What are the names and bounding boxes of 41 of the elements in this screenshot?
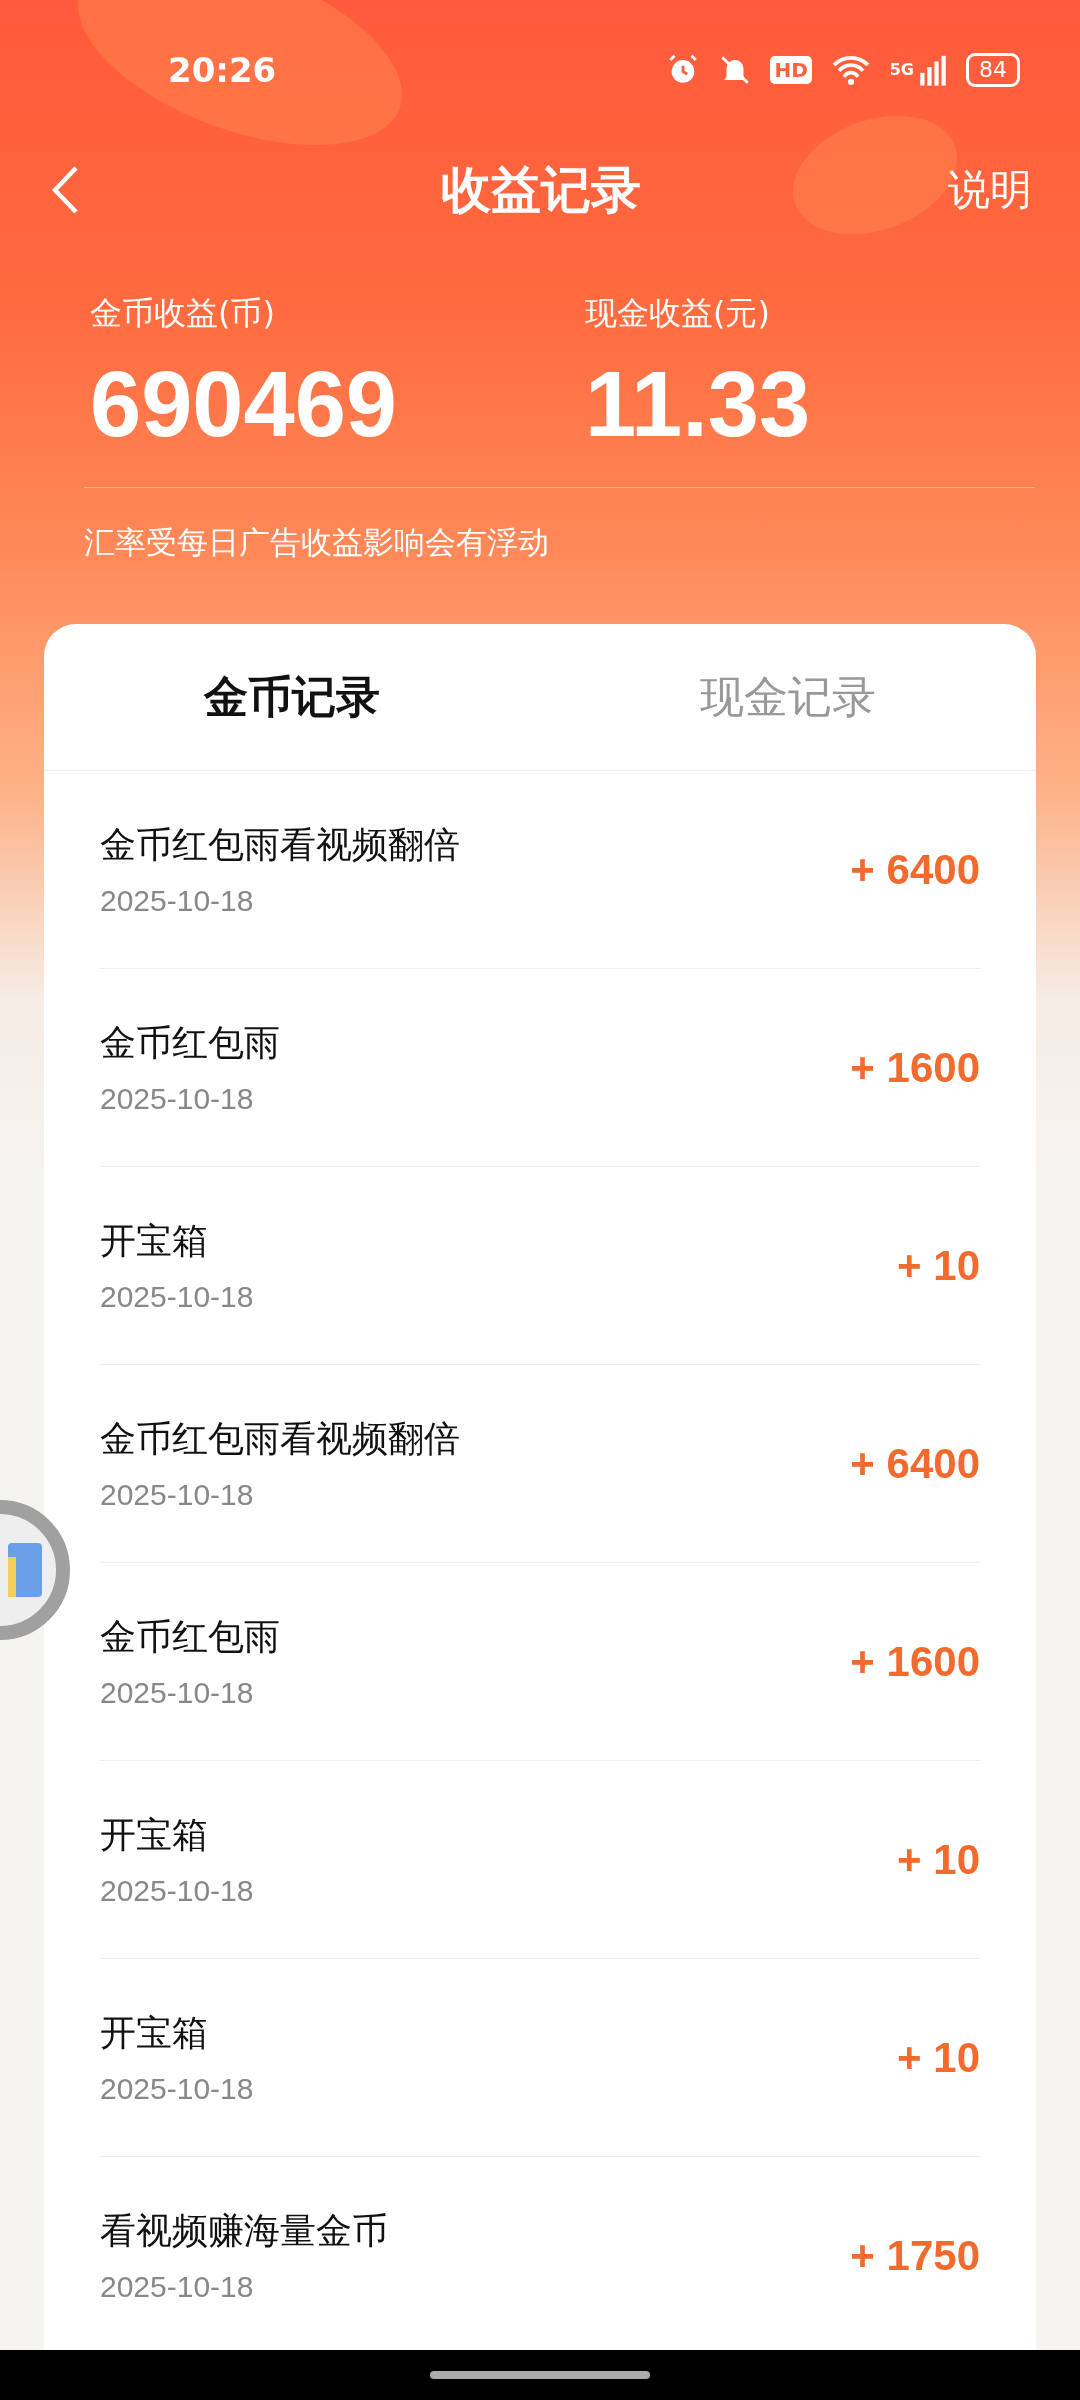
record-title: 金币红包雨看视频翻倍 — [100, 823, 460, 867]
record-date: 2025-10-18 — [100, 1676, 255, 1710]
page-title: 收益记录 — [441, 159, 641, 221]
record-title: 金币红包雨看视频翻倍 — [100, 1417, 460, 1461]
record-date: 2025-10-18 — [100, 2270, 255, 2304]
status-time: 20:26 — [168, 50, 277, 90]
record-amount: + 10 — [897, 1241, 980, 1290]
record-amount: + 1750 — [850, 2231, 980, 2280]
folder-icon — [8, 1543, 42, 1597]
record-tab[interactable]: 金币记录 — [44, 624, 540, 770]
signal-icon — [918, 53, 948, 87]
network-type: 5G — [889, 62, 914, 78]
record-date: 2025-10-18 — [100, 884, 255, 918]
record-title: 金币红包雨 — [100, 1021, 280, 1065]
record-date: 2025-10-18 — [100, 2072, 254, 2106]
back-icon — [50, 164, 80, 216]
stat-label: 现金收益(元) — [585, 293, 771, 334]
record-title: 开宝箱 — [100, 2011, 209, 2055]
stat-value: 690469 — [90, 352, 398, 457]
hd-badge: HD — [770, 56, 812, 84]
record-amount: + 1600 — [850, 1637, 980, 1686]
record-title: 看视频赚海量金币 — [100, 2209, 388, 2253]
record-amount: + 1600 — [850, 1043, 980, 1092]
stat-value: 11.33 — [585, 352, 812, 457]
help-link[interactable]: 说明 — [948, 162, 1032, 218]
record-amount: + 10 — [897, 2033, 980, 2082]
record-tab[interactable]: 现金记录 — [540, 624, 1036, 770]
record-title: 金币红包雨 — [100, 1615, 280, 1659]
record-title: 开宝箱 — [100, 1219, 209, 1263]
record-amount: + 10 — [897, 1835, 980, 1884]
record-amount: + 6400 — [850, 845, 980, 894]
record-date: 2025-10-18 — [100, 1478, 255, 1512]
record-title: 开宝箱 — [100, 1813, 209, 1857]
record-date: 2025-10-18 — [100, 1082, 255, 1116]
exchange-note: 汇率受每日广告收益影响会有浮动 — [84, 523, 550, 562]
record-amount: + 6400 — [850, 1439, 980, 1488]
back-button[interactable] — [50, 164, 80, 216]
battery-indicator: 84 — [966, 53, 1020, 87]
record-date: 2025-10-18 — [100, 1280, 254, 1314]
record-date: 2025-10-18 — [100, 1874, 254, 1908]
stat-label: 金币收益(币) — [90, 293, 276, 334]
